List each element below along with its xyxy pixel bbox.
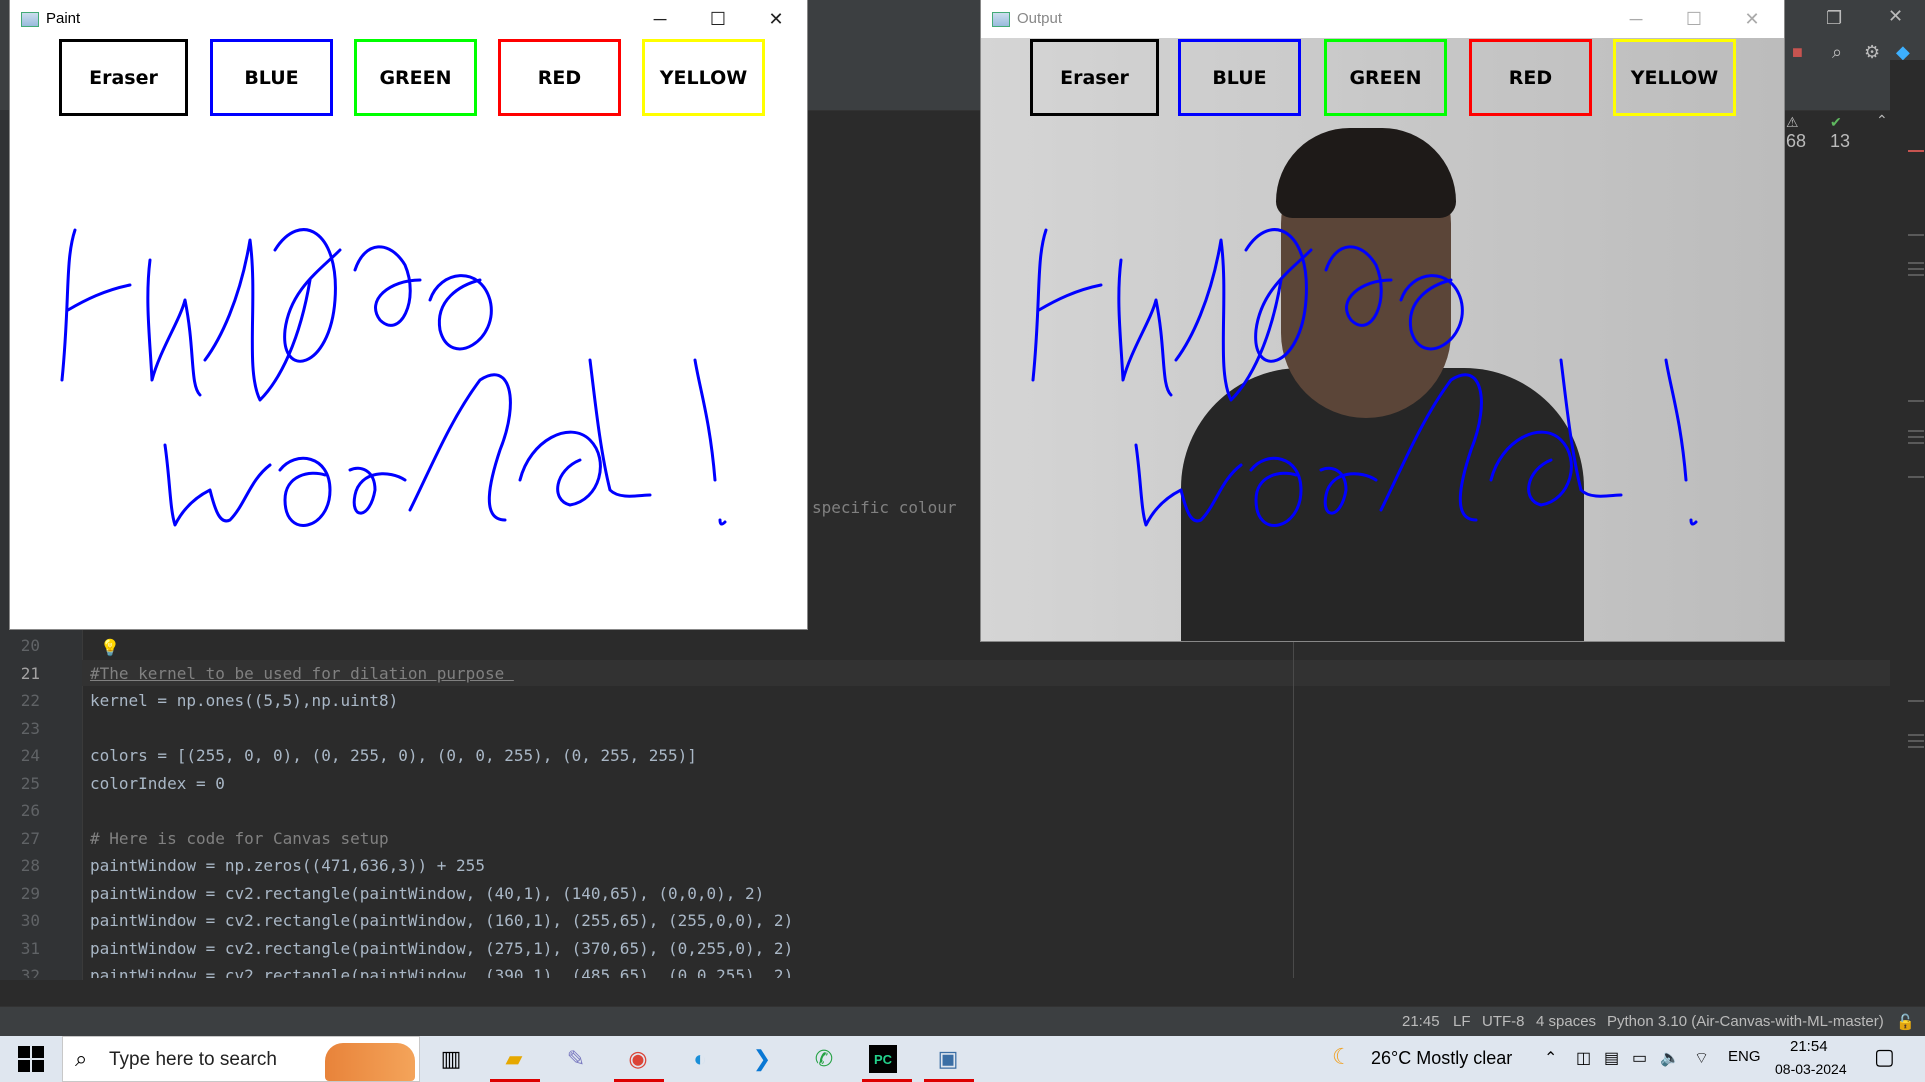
error-stripe <box>1890 60 1925 978</box>
chrome-icon[interactable]: ◉ <box>621 1043 655 1075</box>
line-number: 21 <box>20 664 40 683</box>
code-line: paintWindow = cv2.rectangle(paintWindow,… <box>90 884 765 903</box>
paint-app-icon[interactable]: ✎ <box>559 1043 593 1075</box>
hello-world-strokes <box>60 228 727 527</box>
search-highlight-image <box>325 1043 415 1081</box>
language-indicator[interactable]: ENG <box>1728 1048 1761 1065</box>
line-number: 29 <box>20 884 40 903</box>
lock-icon[interactable]: 🔓 <box>1896 1013 1915 1031</box>
meet-now-icon[interactable]: ◫ <box>1576 1048 1591 1068</box>
windows-start-icon[interactable] <box>18 1046 44 1072</box>
wifi-icon[interactable]: ⌔ <box>1694 1048 1709 1068</box>
line-separator[interactable]: LF <box>1453 1013 1471 1030</box>
code-line: #The kernel to be used for dilation purp… <box>90 664 514 683</box>
code-line: colorIndex = 0 <box>90 774 225 793</box>
code-line: paintWindow = cv2.rectangle(paintWindow,… <box>90 966 794 978</box>
chevron-up-icon[interactable]: ⌃ <box>1544 1048 1557 1068</box>
indent-setting[interactable]: 4 spaces <box>1536 1013 1596 1030</box>
line-number: 22 <box>20 691 40 710</box>
line-number: 32 <box>20 966 40 978</box>
ide-status-bar: 21:45 LF UTF-8 4 spaces Python 3.10 (Air… <box>0 1006 1925 1037</box>
search-icon: ⌕ <box>75 1046 88 1071</box>
file-explorer-icon[interactable]: ▰ <box>497 1043 531 1075</box>
paint-window[interactable]: Paint ─ ☐ ✕ Eraser BLUE GREEN RED YELLOW <box>10 0 807 629</box>
line-number: 30 <box>20 911 40 930</box>
line-number: 28 <box>20 856 40 875</box>
code-line: paintWindow = cv2.rectangle(paintWindow,… <box>90 911 794 930</box>
line-number: 26 <box>20 801 40 820</box>
vscode-icon[interactable]: ❯ <box>745 1043 779 1075</box>
weather-text[interactable]: 26°C Mostly clear <box>1371 1048 1512 1069</box>
battery-icon[interactable]: ▭ <box>1632 1048 1647 1068</box>
code-line: kernel = np.ones((5,5),np.uint8) <box>90 691 399 710</box>
taskbar-search-box[interactable]: ⌕ Type here to search <box>62 1036 420 1082</box>
clock-time[interactable]: 21:54 <box>1790 1038 1828 1055</box>
whatsapp-icon[interactable]: ✆ <box>807 1043 841 1075</box>
notifications-icon[interactable]: ▢ <box>1874 1044 1895 1070</box>
volume-icon[interactable]: 🔈 <box>1660 1048 1680 1068</box>
pycharm-icon[interactable]: PC <box>869 1045 897 1073</box>
file-encoding[interactable]: UTF-8 <box>1482 1013 1525 1030</box>
line-number: 27 <box>20 829 40 848</box>
network-device-icon[interactable]: ▤ <box>1604 1048 1619 1068</box>
line-number: 25 <box>20 774 40 793</box>
clock-date[interactable]: 08-03-2024 <box>1775 1061 1847 1077</box>
weather-icon[interactable]: ☾ <box>1332 1044 1352 1070</box>
search-placeholder: Type here to search <box>109 1049 277 1070</box>
code-line: paintWindow = cv2.rectangle(paintWindow,… <box>90 939 794 958</box>
cursor-position[interactable]: 21:45 <box>1402 1013 1440 1030</box>
code-line: colors = [(255, 0, 0), (0, 255, 0), (0, … <box>90 746 697 765</box>
python-interpreter[interactable]: Python 3.10 (Air-Canvas-with-ML-master) <box>1607 1013 1884 1030</box>
lightbulb-icon[interactable]: 💡 <box>100 638 120 658</box>
line-number: 31 <box>20 939 40 958</box>
hello-world-strokes <box>1031 228 1698 527</box>
python-window-icon[interactable]: ▣ <box>931 1043 965 1075</box>
code-line: # Here is code for Canvas setup <box>90 829 389 848</box>
task-view-icon[interactable]: ▥ <box>434 1043 468 1075</box>
output-window[interactable]: Output ─ ☐ ✕ Eraser BLUE GREEN RED YELLO… <box>981 0 1784 641</box>
handwriting-drawing[interactable] <box>10 0 807 629</box>
code-line: paintWindow = np.zeros((471,636,3)) + 25… <box>90 856 485 875</box>
output-handwriting-overlay <box>1031 228 1698 527</box>
line-number: 20 <box>20 636 40 655</box>
edge-icon[interactable]: ◐ <box>683 1043 717 1075</box>
line-number: 24 <box>20 746 40 765</box>
line-number: 23 <box>20 719 40 738</box>
